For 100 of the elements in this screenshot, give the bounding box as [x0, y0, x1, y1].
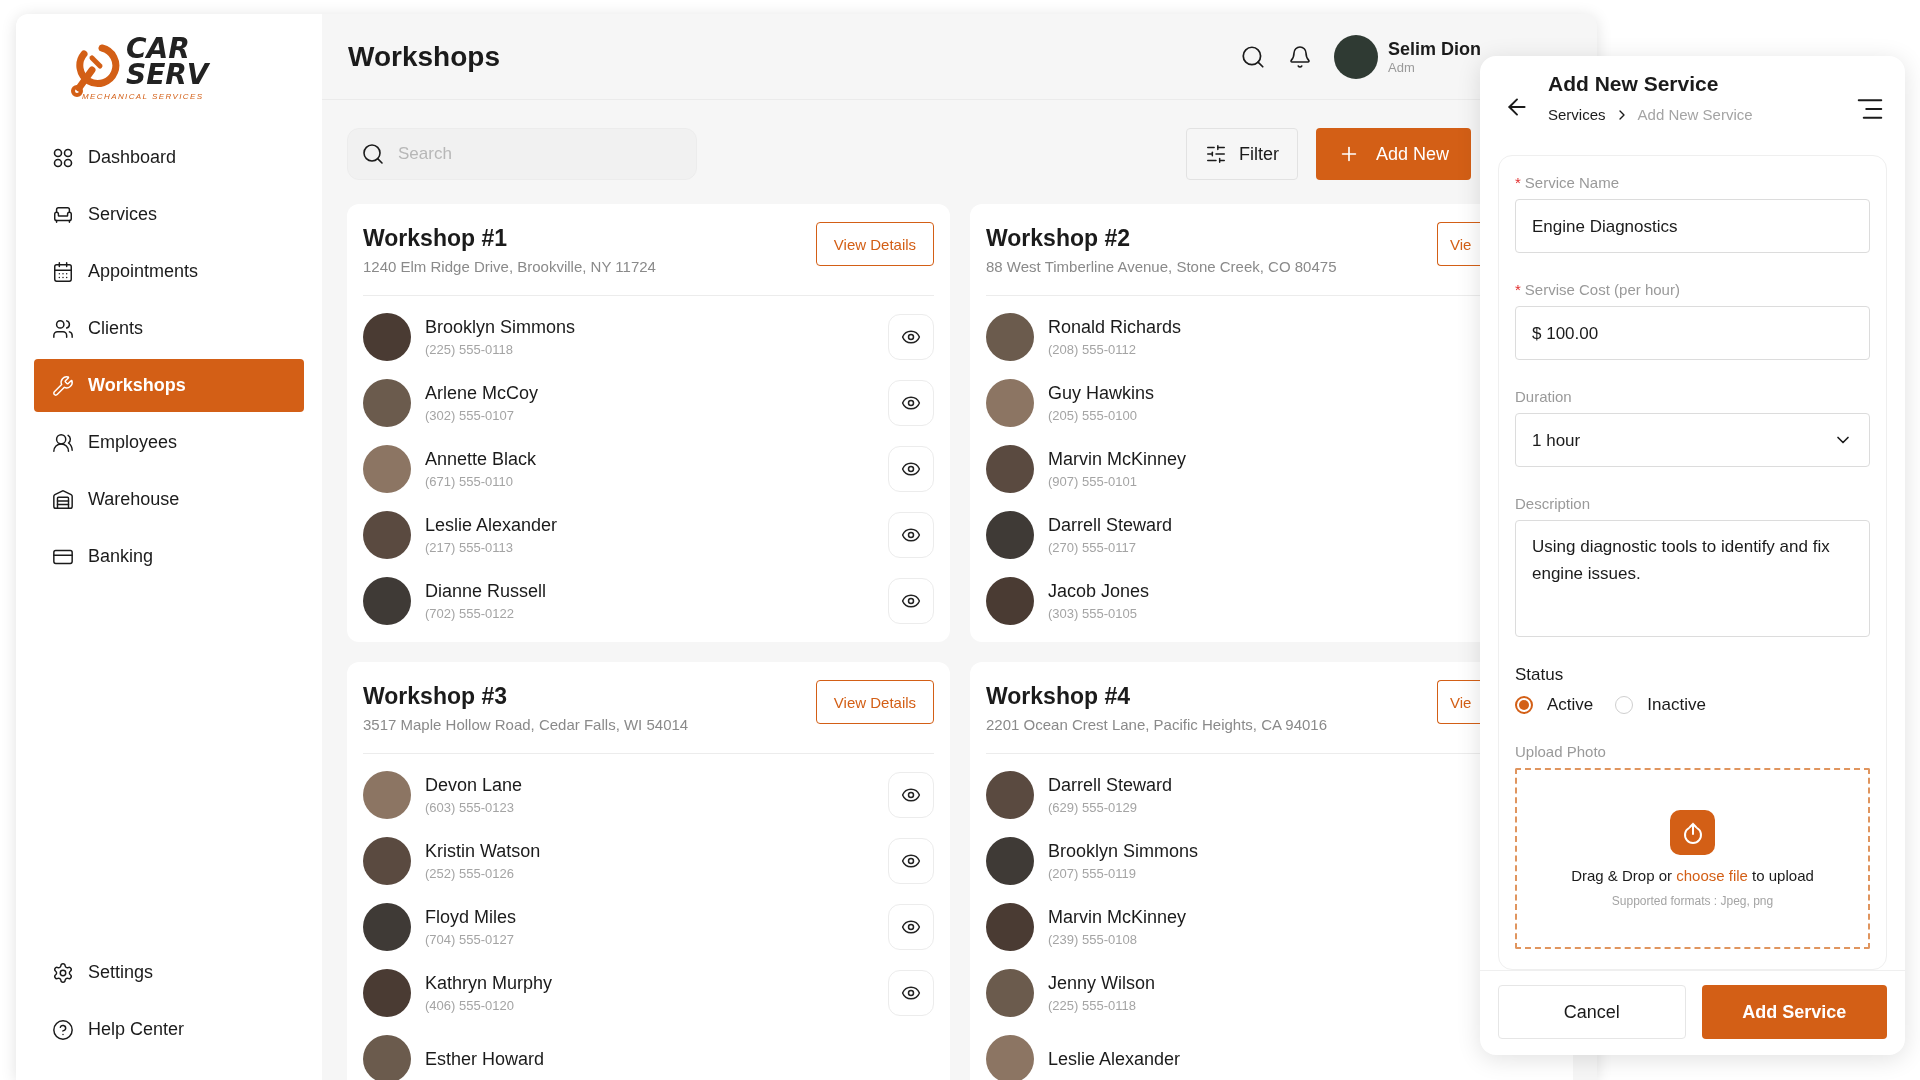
sidebar-item[interactable]: Help Center	[34, 1003, 304, 1056]
contact-name: Jacob Jones	[1048, 581, 1150, 602]
add-service-button[interactable]: Add Service	[1701, 985, 1887, 1039]
contact-name: Kristin Watson	[425, 841, 541, 862]
sidebar-item[interactable]: Services	[34, 188, 304, 241]
contact-name: Guy Hawkins	[1048, 383, 1155, 404]
users-icon	[52, 317, 74, 340]
radio-button[interactable]	[1515, 696, 1533, 714]
eye-icon	[901, 983, 921, 1003]
contact-name: Brooklyn Simmons	[1048, 841, 1199, 862]
contact-phone: (302) 555-0107	[425, 408, 514, 423]
search-icon[interactable]	[1240, 43, 1266, 70]
eye-icon	[901, 393, 921, 413]
avatar[interactable]	[1334, 34, 1378, 79]
grid-icon	[52, 146, 74, 169]
choose-file-link[interactable]: choose file	[1676, 866, 1748, 884]
avatar	[986, 313, 1034, 361]
view-details-button[interactable]: View Details	[816, 222, 934, 266]
sidebar-item[interactable]: Settings	[34, 946, 304, 999]
contact-phone: (225) 555-0118	[1048, 998, 1136, 1013]
contact-phone: (207) 555-0119	[1048, 866, 1136, 881]
sidebar-item-label: Services	[88, 204, 158, 225]
view-contact-button[interactable]	[888, 970, 934, 1016]
contact-name: Marvin McKinney	[1048, 907, 1187, 928]
view-contact-button[interactable]	[888, 380, 934, 426]
upload-icon[interactable]	[1670, 809, 1715, 855]
workshop-name: Workshop #3	[363, 683, 508, 710]
sidebar-item[interactable]: Workshops	[34, 359, 304, 412]
contact-name: Annette Black	[425, 449, 537, 470]
sidebar-item[interactable]: Dashboard	[34, 131, 304, 184]
contact-name: Leslie Alexander	[1048, 1048, 1181, 1070]
contact-phone: (225) 555-0118	[425, 342, 513, 357]
view-details-button[interactable]: Vie	[1437, 222, 1481, 266]
contact-phone: (252) 555-0126	[425, 866, 514, 881]
contact-phone: (239) 555-0108	[1048, 932, 1137, 947]
cancel-button[interactable]: Cancel	[1498, 985, 1686, 1039]
search-field[interactable]: Search	[347, 128, 697, 180]
view-contact-button[interactable]	[888, 446, 934, 492]
contact-phone: (603) 555-0123	[425, 800, 514, 815]
breadcrumb-item[interactable]: Services	[1548, 106, 1606, 123]
sidebar-item[interactable]: Clients	[34, 302, 304, 355]
upload-instructions: Drag & Drop or choose file to upload	[1571, 866, 1814, 884]
contact-phone: (208) 555-0112	[1048, 342, 1136, 357]
input-field[interactable]: $ 100.00	[1515, 306, 1870, 360]
add-new-button[interactable]: Add New	[1315, 128, 1471, 180]
view-details-button[interactable]: View Details	[816, 680, 934, 724]
view-contact-button[interactable]	[888, 578, 934, 624]
filter-button[interactable]: Filter	[1185, 128, 1298, 180]
eye-icon	[901, 851, 921, 871]
textarea-field[interactable]: Using diagnostic tools to identify and fix engine issues.	[1515, 520, 1870, 637]
avatar	[363, 313, 411, 361]
sliders-icon	[1204, 143, 1227, 165]
view-details-button[interactable]: Vie	[1437, 680, 1481, 724]
view-contact-button[interactable]	[888, 512, 934, 558]
field-label: Description	[1515, 495, 1592, 512]
contact-name: Devon Lane	[425, 775, 523, 796]
field-label: * Service Name	[1515, 174, 1621, 191]
contact-name: Floyd Miles	[425, 907, 517, 928]
contact-phone: (704) 555-0127	[425, 932, 514, 947]
sidebar-item[interactable]: Employees	[34, 416, 304, 469]
view-contact-button[interactable]	[888, 904, 934, 950]
workshop-name: Workshop #4	[986, 683, 1131, 710]
supported-formats: Supported formats : Jpeg, png	[1611, 893, 1774, 908]
input-field[interactable]: Engine Diagnostics	[1515, 199, 1870, 253]
breadcrumb-item: Add New Service	[1637, 106, 1753, 123]
avatar	[363, 577, 411, 625]
field-label: Status	[1515, 665, 1565, 685]
sidebar-item[interactable]: Appointments	[34, 245, 304, 298]
logo-tagline: MECHANICAL SERVICES	[82, 92, 205, 101]
user-name: Selim Dion	[1388, 38, 1481, 60]
contact-name: Arlene McCoy	[425, 383, 539, 404]
contact-phone: (406) 555-0120	[425, 998, 514, 1013]
settings-icon	[52, 961, 74, 984]
avatar	[986, 771, 1034, 819]
contact-phone: (217) 555-0113	[425, 540, 513, 555]
contact-name: Darrell Steward	[1048, 775, 1173, 796]
upload-dropzone[interactable]: Drag & Drop or choose file to upload Supported formats : Jpeg, png	[1515, 768, 1870, 949]
sidebar-item-label: Help Center	[88, 1019, 185, 1040]
avatar	[986, 837, 1034, 885]
sidebar-item-label: Employees	[88, 432, 178, 453]
logo-text: CAR	[126, 36, 190, 62]
sidebar-item[interactable]: Banking	[34, 530, 304, 583]
contact-name: Brooklyn Simmons	[425, 317, 576, 338]
contact-phone: (205) 555-0100	[1048, 408, 1137, 423]
sidebar-item[interactable]: Warehouse	[34, 473, 304, 526]
eye-icon	[901, 525, 921, 545]
avatar	[986, 577, 1034, 625]
avatar	[363, 771, 411, 819]
view-contact-button[interactable]	[888, 772, 934, 818]
contact-phone: (702) 555-0122	[425, 606, 514, 621]
workshop-address: 88 West Timberline Avenue, Stone Creek, CO 80475	[986, 258, 1337, 275]
contact-name: Marvin McKinney	[1048, 449, 1187, 470]
eye-icon	[901, 327, 921, 347]
dropdown-field[interactable]: 1 hour	[1515, 413, 1870, 467]
view-contact-button[interactable]	[888, 314, 934, 360]
avatar	[363, 837, 411, 885]
contact-phone: (671) 555-0110	[425, 474, 513, 489]
bell-icon[interactable]	[1288, 44, 1312, 69]
field-label: Duration	[1515, 388, 1573, 405]
view-contact-button[interactable]	[888, 838, 934, 884]
